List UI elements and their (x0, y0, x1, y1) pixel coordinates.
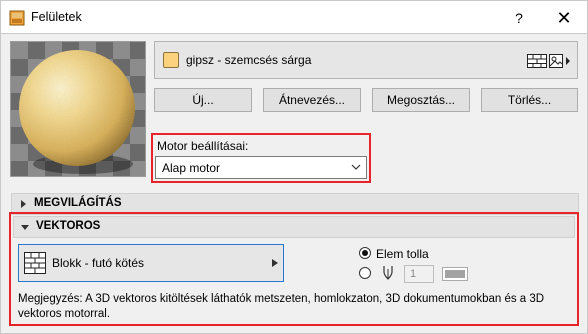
material-preview (10, 41, 146, 177)
delete-button[interactable]: Törlés... (481, 88, 578, 112)
material-icons (527, 52, 571, 70)
vectorial-note: Megjegyzés: A 3D vektoros kitöltések lát… (18, 293, 545, 320)
window-title: Felületek (31, 10, 82, 24)
new-button[interactable]: Új... (154, 88, 252, 112)
texture-image-icon (549, 54, 563, 68)
vector-fill-picker[interactable]: Blokk - futó kötés (18, 244, 284, 282)
help-button[interactable]: ? (499, 5, 539, 31)
section-lighting-label: MEGVILÁGÍTÁS (34, 197, 122, 209)
engine-select[interactable]: Alap motor (155, 156, 367, 179)
rename-button[interactable]: Átnevezés... (263, 88, 361, 112)
material-preview-sphere (11, 42, 145, 176)
material-name: gipsz - szemcsés sárga (186, 53, 312, 67)
collapse-triangle-icon (21, 225, 29, 230)
section-vectorial-label: VEKTOROS (36, 220, 101, 232)
expand-triangle-icon (21, 200, 26, 208)
title-bar: Felületek ? ✕ (0, 0, 588, 34)
pen-icon (383, 266, 393, 280)
vector-fill-name: Blokk - futó kötés (52, 256, 145, 270)
pen-color-swatch[interactable] (442, 267, 468, 281)
brick-fill-icon (24, 252, 46, 274)
share-button[interactable]: Megosztás... (372, 88, 470, 112)
radio-custom-pen[interactable] (359, 267, 371, 279)
dialog-body: gipsz - szemcsés sárga Új... Átnevezés..… (0, 34, 588, 334)
chevron-down-icon (351, 164, 361, 170)
radio-element-pen[interactable] (359, 247, 371, 259)
brick-pattern-icon (527, 54, 547, 68)
section-vectorial-header[interactable]: VEKTOROS (13, 216, 575, 238)
radio-element-pen-label: Elem tolla (376, 247, 429, 261)
close-button[interactable]: ✕ (544, 5, 584, 31)
submenu-arrow-icon (272, 259, 278, 267)
pen-number-field[interactable]: 1 (404, 265, 434, 283)
material-color-swatch (163, 52, 179, 68)
engine-select-value: Alap motor (162, 161, 221, 175)
surfaces-app-icon (9, 10, 25, 26)
dropdown-arrow-icon[interactable] (565, 56, 571, 66)
material-selector[interactable]: gipsz - szemcsés sárga (154, 41, 578, 79)
engine-label: Motor beállításai: (157, 139, 249, 153)
